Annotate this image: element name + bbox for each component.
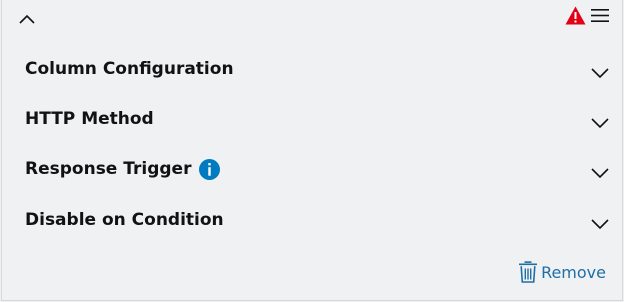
- header-actions: [565, 6, 609, 25]
- section-label: HTTP Method: [25, 94, 154, 144]
- chevron-down-icon[interactable]: [590, 117, 610, 129]
- section-response-trigger[interactable]: Response Trigger: [2, 144, 622, 194]
- remove-label: Remove: [541, 262, 606, 282]
- info-icon[interactable]: [199, 158, 221, 180]
- section-label: Response Trigger: [25, 144, 221, 194]
- rule-panel: Column Configuration HTTP Method Respons…: [1, 0, 623, 301]
- section-column-configuration[interactable]: Column Configuration: [2, 44, 622, 94]
- hamburger-menu-icon[interactable]: [591, 8, 609, 23]
- chevron-down-icon[interactable]: [590, 167, 610, 179]
- section-label: Disable on Condition: [25, 195, 224, 245]
- section-label: Column Configuration: [25, 44, 234, 94]
- warning-triangle-icon: [565, 6, 586, 25]
- remove-button[interactable]: Remove: [518, 261, 606, 283]
- section-http-method[interactable]: HTTP Method: [2, 94, 622, 144]
- section-title: Response Trigger: [25, 159, 192, 179]
- chevron-up-icon: [19, 14, 35, 24]
- section-disable-on-condition[interactable]: Disable on Condition: [2, 195, 622, 245]
- section-title: HTTP Method: [25, 109, 154, 129]
- chevron-down-icon[interactable]: [590, 67, 610, 79]
- collapse-button[interactable]: [16, 10, 38, 28]
- chevron-down-icon[interactable]: [590, 218, 610, 230]
- section-title: Column Configuration: [25, 59, 234, 79]
- section-title: Disable on Condition: [25, 210, 224, 230]
- trash-icon: [519, 261, 538, 283]
